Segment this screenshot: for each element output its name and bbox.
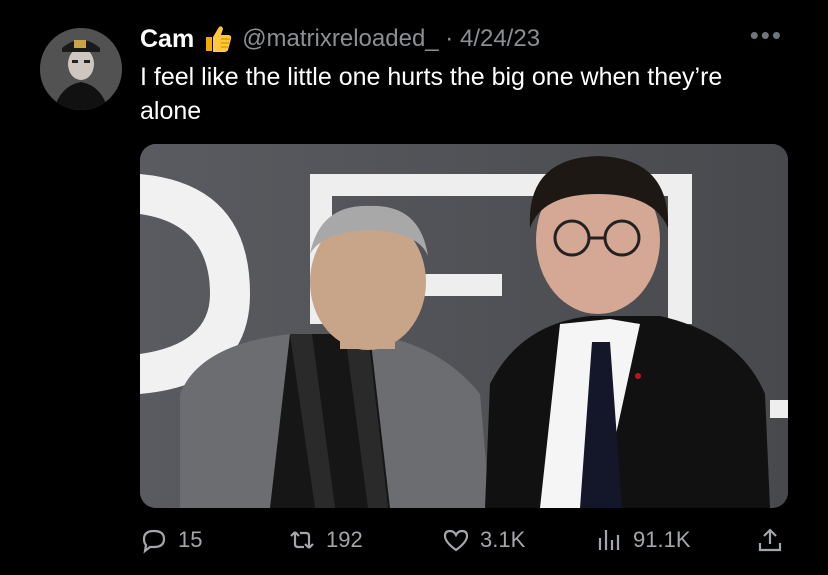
retweet-button[interactable]: 192 [288, 526, 363, 554]
thumbs-up-icon [202, 23, 234, 55]
handle-and-date[interactable]: @matrixreloaded_ · 4/24/23 [242, 25, 540, 53]
retweet-count: 192 [326, 527, 363, 552]
views-count: 91.1K [633, 527, 691, 552]
tweet-photo[interactable] [140, 144, 788, 508]
avatar[interactable] [40, 28, 122, 110]
share-button[interactable] [756, 526, 784, 554]
reply-count: 15 [178, 527, 203, 552]
views-button[interactable]: 91.1K [595, 526, 691, 554]
action-bar: 15 192 3.1K 91.1K [140, 522, 788, 562]
retweet-icon [290, 531, 314, 549]
like-button[interactable]: 3.1K [442, 526, 525, 554]
views-icon [598, 530, 620, 550]
reply-icon [142, 529, 166, 554]
tweet-text: I feel like the little one hurts the big… [140, 63, 723, 125]
heart-icon [443, 529, 469, 552]
like-count: 3.1K [480, 527, 526, 552]
display-name[interactable]: Cam [140, 25, 194, 54]
more-options-icon[interactable]: ••• [750, 20, 783, 51]
reply-button[interactable]: 15 [140, 526, 202, 554]
share-icon [758, 528, 782, 552]
tweet-header: Cam @matrixreloaded_ · 4/24/23 [140, 22, 540, 56]
